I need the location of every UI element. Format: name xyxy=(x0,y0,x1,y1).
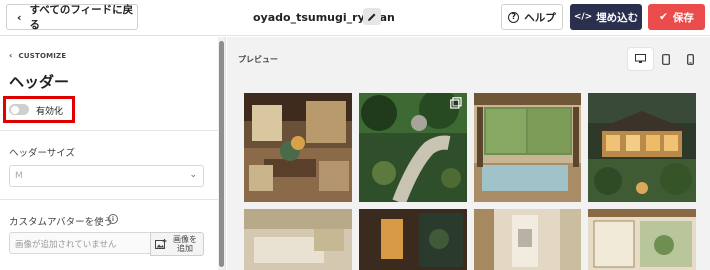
customize-sidebar: ‹ CUSTOMIZE ヘッダー 有効化 ヘッダーサイズ M ⌄ カスタムアバタ… xyxy=(0,37,226,270)
chevron-left-icon: ‹ xyxy=(9,51,13,60)
save-button-label: 保存 xyxy=(672,11,694,24)
table-setting-image xyxy=(244,209,352,270)
mobile-view-button[interactable] xyxy=(678,48,703,70)
back-to-feeds-button[interactable]: ‹ すべてのフィードに戻る xyxy=(6,4,138,31)
feed-photo[interactable] xyxy=(474,93,581,202)
pencil-icon xyxy=(368,13,376,21)
image-add-icon xyxy=(155,238,167,249)
edit-feed-name-button[interactable] xyxy=(363,8,381,25)
embed-button-label: 埋め込む xyxy=(596,11,639,24)
ryokan-room-image xyxy=(244,93,352,202)
enable-header-toggle[interactable] xyxy=(9,104,29,115)
back-button-label: すべてのフィードに戻る xyxy=(29,4,134,31)
add-image-button[interactable]: 画像を 追加 xyxy=(150,232,204,256)
feed-photo[interactable] xyxy=(359,209,467,270)
multiple-images-icon xyxy=(450,97,462,109)
top-toolbar: ‹ すべてのフィードに戻る oyado_tsumugi_ryokan ? ヘルプ… xyxy=(0,0,710,36)
divider xyxy=(0,130,218,131)
checkmark-icon: ✔ xyxy=(659,11,668,23)
chevron-down-icon: ⌄ xyxy=(189,170,197,180)
feed-photo[interactable] xyxy=(359,93,467,202)
breadcrumb-label: CUSTOMIZE xyxy=(18,51,67,60)
embed-button[interactable]: </> 埋め込む xyxy=(570,4,642,30)
preview-area: プレビュー xyxy=(227,37,710,270)
feed-photo[interactable] xyxy=(244,209,352,270)
lantern-room-image xyxy=(359,209,467,270)
tablet-icon xyxy=(661,53,670,65)
tokonoma-scroll-image xyxy=(474,209,581,270)
chevron-left-icon: ‹ xyxy=(17,10,22,24)
info-icon[interactable]: i xyxy=(108,214,118,224)
header-size-value: M xyxy=(15,171,23,181)
onsen-bath-image xyxy=(474,93,581,202)
custom-avatar-label: カスタムアバターを使う xyxy=(9,217,114,228)
device-switcher xyxy=(628,48,704,70)
tablet-view-button[interactable] xyxy=(653,48,678,70)
desktop-icon xyxy=(635,54,646,63)
toggle-knob xyxy=(10,105,19,114)
japanese-garden-image xyxy=(359,93,467,202)
feed-photo[interactable] xyxy=(244,93,352,202)
toggle-label: 有効化 xyxy=(36,107,64,117)
save-button[interactable]: ✔ 保存 xyxy=(648,4,705,30)
avatar-placeholder: 画像が追加されていません xyxy=(15,240,117,250)
question-icon: ? xyxy=(508,11,520,23)
help-button-label: ヘルプ xyxy=(524,11,556,24)
feed-photo[interactable] xyxy=(588,209,696,270)
ryokan-night-exterior-image xyxy=(588,93,696,202)
code-icon: </> xyxy=(573,12,593,22)
divider xyxy=(0,199,218,200)
shoji-room-image xyxy=(588,209,696,270)
header-size-label: ヘッダーサイズ xyxy=(9,148,76,159)
scrollbar-thumb[interactable] xyxy=(219,41,224,267)
feed-photo[interactable] xyxy=(588,93,696,202)
panel-title: ヘッダー xyxy=(9,73,70,91)
preview-label: プレビュー xyxy=(238,55,278,64)
breadcrumb[interactable]: ‹ CUSTOMIZE xyxy=(9,51,66,60)
sidebar-scrollbar[interactable] xyxy=(218,37,225,270)
mobile-icon xyxy=(687,53,694,65)
add-image-label: 画像を 追加 xyxy=(173,234,197,253)
help-button[interactable]: ? ヘルプ xyxy=(501,4,563,30)
header-size-select[interactable]: M ⌄ xyxy=(9,165,204,187)
avatar-field[interactable]: 画像が追加されていません xyxy=(9,232,151,254)
feed-photo[interactable] xyxy=(474,209,581,270)
desktop-view-button[interactable] xyxy=(628,48,653,70)
